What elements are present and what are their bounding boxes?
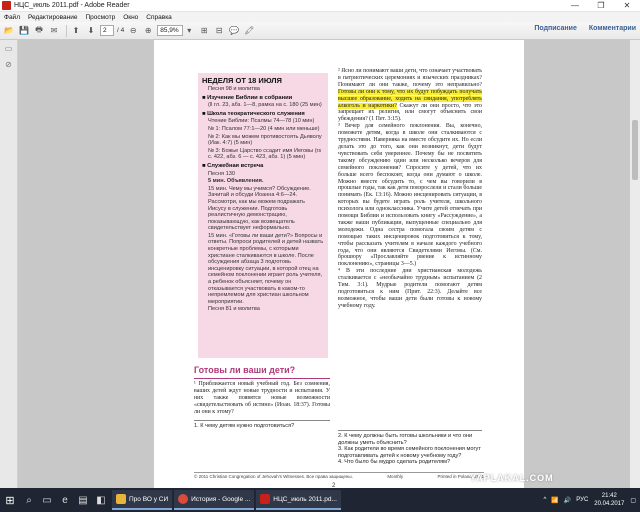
task-label: Про ВО у СИ (129, 495, 169, 503)
vertical-scrollbar[interactable] (630, 40, 640, 488)
open-icon[interactable]: 📂 (3, 25, 15, 37)
navigation-pane: ▭ ⊘ (0, 40, 18, 488)
volume-icon[interactable]: 🔊 (564, 497, 571, 504)
ministry-school-heading: ■ Школа теократического служения (202, 110, 305, 117)
bible-reading: Чтение Библии: Псалмы 74—78 (10 мин) (208, 118, 315, 125)
document-area: НЕДЕЛЯ ОТ 18 ИЮЛЯ Песня 98 и молитва ■ И… (18, 40, 640, 489)
attachment-icon[interactable]: ⊘ (4, 60, 14, 70)
chrome-icon (178, 494, 189, 504)
song-line-3: Песня 81 и молитва (208, 306, 260, 313)
print-icon[interactable]: 🖶 (33, 25, 45, 37)
taskbar-item-reader[interactable]: НЦС_июль 2011.pd... (256, 490, 341, 510)
task-label: История - Google ... (191, 495, 251, 503)
title-bar: НЦС_июль 2011.pdf - Adobe Reader — ❐ ✕ (0, 0, 640, 12)
page-number-input[interactable]: 2 (100, 25, 114, 36)
taskbar-item-chrome[interactable]: История - Google ... (174, 490, 255, 510)
menu-help[interactable]: Справка (146, 14, 172, 21)
email-icon[interactable]: ✉ (48, 25, 60, 37)
chevron-down-icon[interactable]: ▾ (183, 25, 195, 37)
question-3: 3. Как родители во время семейного покло… (338, 446, 481, 459)
scrollbar-thumb[interactable] (632, 120, 638, 180)
system-tray: ^ 📶 🔊 РУС 21:42 20.04.2017 ▢ (543, 488, 640, 512)
watermark: YAPLAKAL.COM (470, 473, 554, 483)
page-footer: © 2011 Christian Congregation of Jehovah… (194, 472, 484, 479)
menu-edit[interactable]: Редактирование (28, 14, 78, 21)
page-total: / 4 (117, 27, 125, 34)
service-meeting-heading: ■ Служебная встреча (202, 162, 264, 169)
article-column-right: ² Ясно ли понимают ваши дети, что означа… (338, 68, 482, 310)
page-down-icon[interactable]: ⬇ (85, 25, 97, 37)
folder-icon (116, 494, 126, 504)
taskbar-item-word[interactable]: Про ВО у СИ (112, 490, 173, 510)
paragraph-1-text: ¹ Приближается новый учебный год. Без со… (194, 381, 330, 415)
week-heading: НЕДЕЛЯ ОТ 18 ИЮЛЯ (202, 76, 282, 85)
toolbar: 📂 💾 🖶 ✉ ⬆ ⬇ 2 / 4 ⊖ ⊕ 85,9% ▾ ⊞ ⊟ 💬 🖍 По… (0, 22, 640, 40)
assignment-2: № 2: Как мы можем противостоять Дьяволу … (208, 133, 322, 147)
clock-date: 20.04.2017 (594, 501, 625, 507)
clock[interactable]: 21:42 20.04.2017 (594, 492, 624, 508)
copyright: © 2011 Christian Congregation of Jehovah… (194, 474, 353, 479)
footer-publication: Monthly (387, 474, 404, 479)
fit-page-icon[interactable]: ⊞ (198, 25, 210, 37)
maximize-button[interactable]: ❐ (588, 0, 614, 12)
language-indicator[interactable]: РУС (576, 497, 588, 503)
question-4: 4. Что было бы мудро сделать родителям? (338, 459, 451, 466)
taskbar: ⊞ ⌕ ▭ e ▤ ◧ Про ВО у СИ История - Google… (0, 488, 640, 512)
store-icon[interactable]: ◧ (92, 488, 110, 512)
paragraph-4: ⁴ В эти последние дни христианская молод… (338, 268, 482, 309)
task-view-icon[interactable]: ▭ (38, 488, 56, 512)
chevron-up-icon[interactable]: ^ (543, 497, 546, 503)
edge-icon[interactable]: e (56, 488, 74, 512)
paragraph-2: ² Ясно ли понимают ваши дети, что означа… (338, 68, 482, 123)
menu-bar: Файл Редактирование Просмотр Окно Справк… (0, 12, 640, 22)
menu-file[interactable]: Файл (4, 14, 20, 21)
task-label: НЦС_июль 2011.pd... (273, 495, 337, 503)
paragraph-2-pre: ² Ясно ли понимают ваши дети, что означа… (338, 68, 482, 88)
sign-pane-link[interactable]: Подписание (534, 25, 577, 32)
assignment-1: № 1: Псалом 77:1—20 (4 мин или меньше) (208, 125, 320, 132)
notifications-icon[interactable]: ▢ (630, 497, 636, 504)
windows-start-icon[interactable]: ⊞ (0, 488, 20, 512)
adobe-reader-icon (2, 1, 11, 10)
question-1: 1. К чему детям нужно подготовиться? (194, 419, 330, 430)
close-button[interactable]: ✕ (614, 0, 640, 12)
window-title: НЦС_июль 2011.pdf - Adobe Reader (14, 2, 130, 9)
song-line-2: Песня 130 (208, 170, 235, 177)
announcements: 5 мин. Объявления. (208, 178, 264, 185)
folder-icon[interactable]: ▤ (74, 488, 92, 512)
title-divider (194, 378, 330, 379)
question-2: 2. К чему должны быть готовы школьники и… (338, 433, 473, 446)
song-line: Песня 98 и молитва (208, 86, 260, 92)
clock-time: 21:42 (601, 493, 617, 499)
article-paragraph-1: ¹ Приближается новый учебный год. Без со… (194, 381, 330, 429)
part-15b: 15 мин. «Готовы ли ваши дети?» Вопросы и… (208, 232, 324, 305)
zoom-in-icon[interactable]: ⊕ (142, 25, 154, 37)
highlight-icon[interactable]: 🖍 (243, 25, 255, 37)
bible-study-heading: ■ Изучение Библии в собрании (202, 94, 293, 101)
fit-width-icon[interactable]: ⊟ (213, 25, 225, 37)
bible-study-ref: (ll гл. 23, абз. 1—8, рамка на с. 180 (2… (208, 102, 322, 109)
paragraph-3: ³ Вечер для семейного поклонения. Вы, ко… (338, 123, 482, 268)
save-icon[interactable]: 💾 (18, 25, 30, 37)
zoom-out-icon[interactable]: ⊖ (127, 25, 139, 37)
zoom-select[interactable]: 85,9% (157, 25, 184, 36)
menu-view[interactable]: Просмотр (86, 14, 116, 21)
comment-icon[interactable]: 💬 (228, 25, 240, 37)
assignment-3: № 3: Божье Царство ссадит имя Иеговы (rs… (208, 147, 322, 161)
part-15a: 15 мин. Чему мы учимся? Обсуждение. Зачи… (208, 185, 311, 232)
pdf-page: НЕДЕЛЯ ОТ 18 ИЮЛЯ Песня 98 и молитва ■ И… (154, 40, 524, 489)
network-icon[interactable]: 📶 (551, 497, 558, 504)
search-icon[interactable]: ⌕ (20, 488, 38, 512)
menu-window[interactable]: Окно (123, 14, 138, 21)
article-title: Готовы ли ваши дети? (194, 365, 296, 375)
toolbar-divider (66, 24, 67, 37)
pages-icon[interactable]: ▭ (4, 44, 14, 54)
review-questions: 2. К чему должны быть готовы школьники и… (338, 430, 482, 466)
minimize-button[interactable]: — (562, 0, 588, 12)
schedule-box: НЕДЕЛЯ ОТ 18 ИЮЛЯ Песня 98 и молитва ■ И… (198, 73, 328, 358)
comments-pane-link[interactable]: Комментарии (589, 25, 636, 32)
adobe-reader-icon (260, 494, 271, 504)
page-up-icon[interactable]: ⬆ (70, 25, 82, 37)
